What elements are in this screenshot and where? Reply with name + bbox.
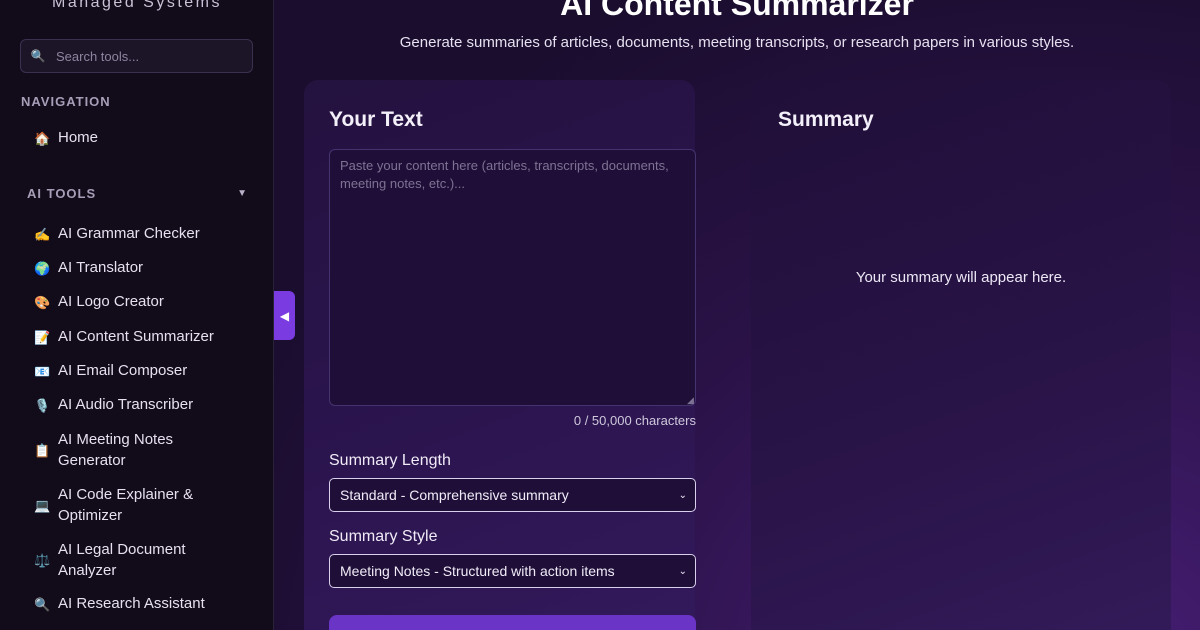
sidebar-item-label: AI Audio Transcriber: [58, 396, 194, 413]
summary-length-value: Standard - Comprehensive summary: [340, 487, 569, 503]
main-content: AI Content Summarizer Generate summaries…: [274, 0, 1200, 630]
microphone-icon: 🎙️: [34, 398, 51, 413]
sidebar-item-label: AI Legal Document Analyzer: [58, 541, 186, 579]
navigation-label: NAVIGATION: [21, 94, 111, 109]
sidebar-item-label: AI Content Summarizer: [58, 328, 214, 345]
scales-icon: ⚖️: [34, 553, 51, 568]
summary-panel: Summary Your summary will appear here.: [751, 80, 1171, 630]
summary-style-value: Meeting Notes - Structured with action i…: [340, 563, 615, 579]
content-textarea[interactable]: [329, 149, 696, 406]
sidebar-item-logo-creator[interactable]: 🎨 AI Logo Creator: [34, 292, 234, 314]
search-icon: 🔍: [30, 49, 46, 63]
sidebar-item-audio-transcriber[interactable]: 🎙️ AI Audio Transcriber: [34, 395, 234, 417]
summary-length-select[interactable]: Standard - Comprehensive summary ⌄: [329, 478, 696, 512]
sidebar-item-content-summarizer[interactable]: 📝 AI Content Summarizer: [34, 327, 234, 349]
sidebar-item-label: AI Translator: [58, 259, 144, 276]
sidebar-item-legal-analyzer[interactable]: ⚖️ AI Legal Document Analyzer: [34, 540, 214, 581]
summary-style-label: Summary Style: [329, 528, 438, 545]
sidebar-item-label: AI Code Explainer & Optimizer: [58, 486, 194, 524]
chevron-down-icon: ⌄: [678, 489, 687, 501]
page-subtitle: Generate summaries of articles, document…: [399, 34, 1075, 51]
magnifier-icon: 🔍: [34, 597, 51, 612]
clipboard-icon: 📋: [34, 443, 51, 458]
character-count: 0 / 50,000 characters: [573, 413, 696, 428]
sidebar-item-label: AI Meeting Notes Generator: [58, 431, 174, 469]
input-panel: Your Text ◢ 0 / 50,000 characters Summar…: [304, 80, 696, 630]
summary-style-select[interactable]: Meeting Notes - Structured with action i…: [329, 554, 696, 588]
palette-icon: 🎨: [34, 295, 51, 310]
sidebar-item-grammar-checker[interactable]: ✍️ AI Grammar Checker: [34, 224, 234, 246]
ai-tools-label: AI TOOLS: [27, 186, 97, 201]
search-box[interactable]: 🔍: [20, 39, 253, 73]
summary-length-label: Summary Length: [329, 452, 451, 469]
chevron-down-icon: ⌄: [678, 565, 687, 577]
page-title: AI Content Summarizer: [560, 0, 914, 22]
sidebar-item-research-assistant[interactable]: 🔍 AI Research Assistant: [34, 594, 234, 616]
memo-icon: 📝: [34, 330, 51, 345]
input-panel-heading: Your Text: [329, 108, 423, 131]
summary-placeholder-text: Your summary will appear here.: [855, 269, 1067, 286]
email-icon: 📧: [34, 364, 51, 379]
sidebar-item-home[interactable]: 🏠 Home: [34, 128, 234, 150]
writing-hand-icon: ✍️: [34, 227, 51, 242]
sidebar-item-label: AI Research Assistant: [58, 595, 205, 612]
sidebar-item-meeting-notes[interactable]: 📋 AI Meeting Notes Generator: [34, 430, 204, 471]
sidebar-item-label: AI Email Composer: [58, 362, 188, 379]
sidebar-item-translator[interactable]: 🌍 AI Translator: [34, 258, 234, 280]
brand-name: Managed Systems: [52, 0, 223, 11]
app-window: Managed Systems 🔍 NAVIGATION 🏠 Home AI T…: [0, 0, 1200, 630]
sidebar-item-label: AI Logo Creator: [58, 293, 164, 310]
collapse-sidebar-button[interactable]: ◀: [274, 291, 295, 340]
resize-handle-icon[interactable]: ◢: [687, 395, 694, 406]
sidebar-item-label: Home: [58, 129, 99, 146]
globe-icon: 🌍: [34, 261, 51, 276]
generate-summary-button[interactable]: [329, 615, 696, 630]
ai-tools-section-toggle[interactable]: AI TOOLS ▼: [27, 186, 247, 201]
chevron-down-icon: ▼: [237, 188, 247, 199]
search-input[interactable]: [55, 48, 252, 64]
summary-panel-heading: Summary: [778, 108, 874, 131]
sidebar-item-label: AI Grammar Checker: [58, 225, 200, 242]
sidebar: Managed Systems 🔍 NAVIGATION 🏠 Home AI T…: [0, 0, 274, 630]
chevron-left-icon: ◀: [279, 308, 290, 323]
sidebar-item-email-composer[interactable]: 📧 AI Email Composer: [34, 361, 234, 383]
home-icon: 🏠: [34, 131, 51, 146]
sidebar-item-code-explainer[interactable]: 💻 AI Code Explainer & Optimizer: [34, 485, 214, 526]
laptop-icon: 💻: [34, 498, 51, 513]
